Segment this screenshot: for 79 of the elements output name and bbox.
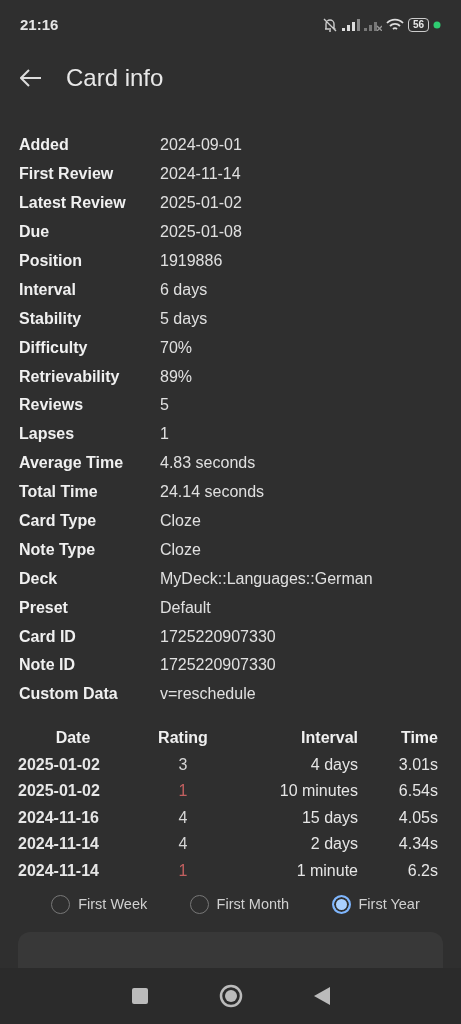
table-cell-text: 15 days: [301, 807, 358, 828]
status-time: 21:16: [20, 14, 59, 35]
radio-option[interactable]: First Week: [51, 893, 148, 916]
field-label: Latest Review: [19, 193, 127, 214]
table-cell-text: 4.05s: [398, 807, 438, 828]
field-value: 6 days: [160, 279, 208, 300]
field-value: 1725220907330: [160, 626, 276, 647]
table-cell-text: 1 minute: [296, 860, 358, 881]
field-value: 2025-01-08: [160, 222, 242, 243]
field-value: 5: [160, 395, 169, 416]
field-label: Card ID: [19, 626, 77, 647]
table-cell-text: 2024-11-14: [18, 860, 99, 881]
field-label: Deck: [19, 568, 59, 589]
back-icon[interactable]: [312, 986, 331, 1006]
field-value: 2024-09-01: [160, 135, 242, 156]
field-value: 1: [160, 424, 169, 445]
status-dot-icon: [433, 21, 441, 29]
field-label: Average Time: [19, 453, 125, 474]
battery-level: 56: [407, 18, 429, 32]
home-icon[interactable]: [218, 984, 243, 1008]
field-label: Stability: [19, 308, 83, 329]
field-label: Note Type: [19, 539, 97, 560]
rating-cell-text: 4: [178, 807, 188, 828]
field-value: MyDeck::Languages::German: [160, 568, 373, 589]
field-label: Position: [19, 251, 84, 271]
table-cell-text: 10 minutes: [279, 781, 358, 802]
field-label: Total Time: [19, 482, 99, 503]
field-value: 2024-11-14: [160, 164, 241, 185]
radio-option[interactable]: First Month: [189, 893, 290, 916]
rating-cell-text: 1: [178, 781, 188, 802]
table-cell-text: 4 days: [310, 754, 358, 775]
field-label: Retrievability: [19, 366, 121, 387]
wifi-icon: [385, 18, 404, 32]
screen-title: Card info: [66, 63, 164, 93]
field-label: Interval: [19, 279, 77, 300]
field-label: Lapses: [19, 424, 76, 445]
table-cell-text: 2025-01-02: [18, 781, 100, 802]
recents-icon[interactable]: [130, 987, 149, 1005]
column-header: Time: [400, 728, 438, 749]
field-label: First Review: [19, 164, 115, 185]
table-cell-text: 3.01s: [398, 754, 438, 775]
field-value: 1725220907330: [160, 655, 276, 676]
column-header: Date: [55, 728, 91, 749]
table-cell-text: 6.54s: [398, 781, 438, 802]
rating-cell-text: 4: [178, 834, 188, 855]
table-cell-text: 2024-11-16: [18, 807, 99, 828]
table-cell-text: 6.2s: [407, 860, 438, 881]
rating-cell-text: 3: [178, 754, 188, 775]
radio-option[interactable]: First Year: [331, 893, 420, 916]
field-value: 1919886: [160, 251, 223, 271]
field-value: Cloze: [160, 539, 201, 560]
field-value: 89%: [160, 366, 193, 387]
rating-cell-text: 1: [178, 860, 188, 881]
field-value: v=reschedule: [160, 684, 256, 705]
field-label: Custom Data: [19, 684, 119, 705]
field-label: Note ID: [19, 655, 76, 676]
field-label: Reviews: [19, 395, 85, 416]
column-header: Interval: [301, 728, 358, 749]
field-value: 24.14 seconds: [160, 482, 265, 503]
field-value: 2025-01-02: [160, 193, 242, 214]
field-label: Added: [19, 135, 70, 156]
table-cell-text: 4.34s: [398, 834, 438, 855]
field-value: Cloze: [160, 511, 201, 531]
field-label: Card Type: [19, 511, 98, 531]
field-value: Default: [160, 597, 211, 618]
signal-icon: [341, 19, 360, 31]
field-label: Preset: [19, 597, 69, 618]
signal-icon: [363, 19, 382, 31]
bell-off-icon: [321, 17, 338, 33]
field-value: 5 days: [160, 308, 208, 329]
back-arrow-icon[interactable]: [20, 69, 42, 87]
field-label: Due: [19, 222, 51, 243]
column-header: Rating: [158, 728, 208, 749]
field-label: Difficulty: [19, 337, 89, 358]
table-cell-text: 2024-11-14: [18, 834, 99, 855]
table-cell-text: 2 days: [310, 834, 358, 855]
field-value: 4.83 seconds: [160, 453, 256, 474]
field-value: 70%: [160, 337, 193, 358]
table-cell-text: 2025-01-02: [18, 754, 100, 775]
